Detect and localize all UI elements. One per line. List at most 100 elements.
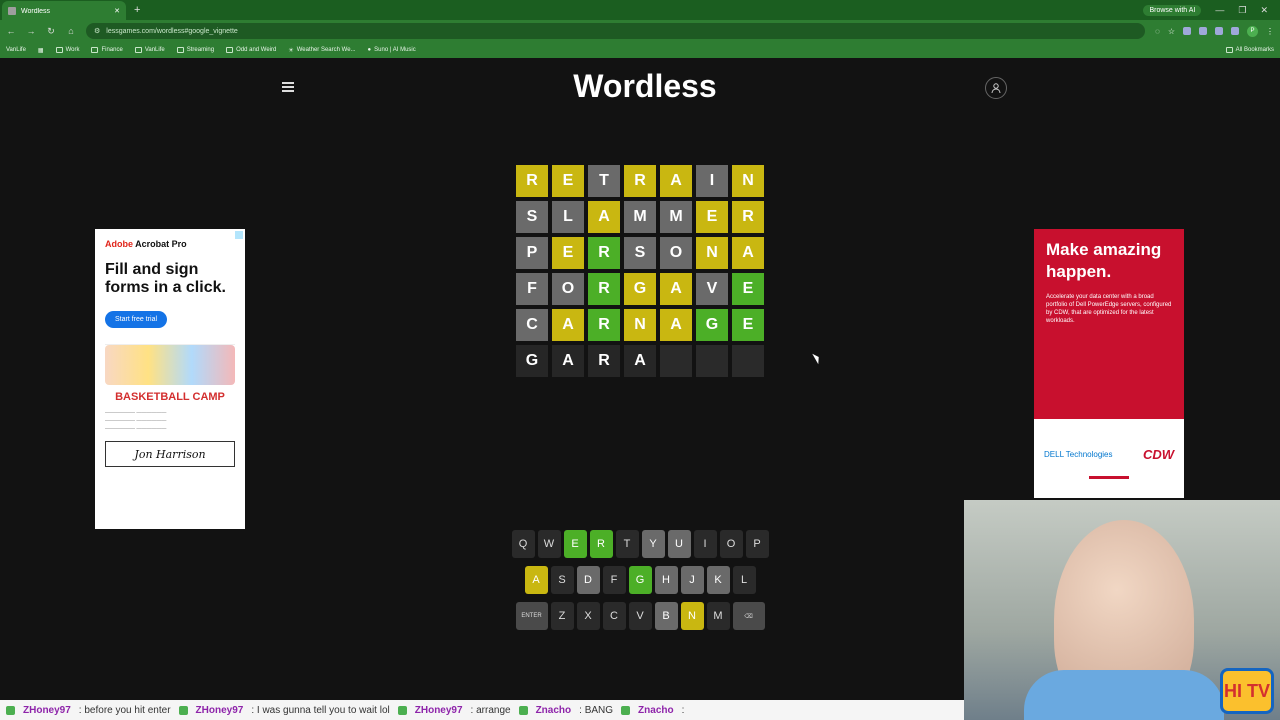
- site-info-icon[interactable]: ⚙: [94, 27, 100, 35]
- all-bookmarks[interactable]: All Bookmarks: [1225, 47, 1274, 53]
- new-tab-button[interactable]: +: [134, 4, 140, 16]
- key-r[interactable]: R: [589, 530, 613, 558]
- board-tile: P: [516, 237, 548, 269]
- more-menu-icon[interactable]: ⋮: [1266, 27, 1274, 36]
- key-a[interactable]: A: [524, 566, 548, 594]
- tab-title: Wordless: [21, 7, 51, 15]
- window-close-icon[interactable]: ✕: [1260, 5, 1268, 16]
- board-tile: I: [696, 165, 728, 197]
- key-j[interactable]: J: [680, 566, 704, 594]
- key-d[interactable]: D: [576, 566, 600, 594]
- extension-icon[interactable]: [1183, 27, 1191, 35]
- key-h[interactable]: H: [654, 566, 678, 594]
- board-tile: E: [552, 165, 584, 197]
- board-tile: R: [588, 309, 620, 341]
- key-k[interactable]: K: [706, 566, 730, 594]
- board-tile: E: [732, 309, 764, 341]
- key-q[interactable]: Q: [511, 530, 535, 558]
- bookmark-item[interactable]: ☀ Weather Search We...: [288, 47, 355, 54]
- address-bar[interactable]: ⚙ lessgames.com/wordless#google_vignette: [86, 23, 1146, 39]
- enter-key[interactable]: ENTER: [515, 602, 548, 630]
- key-x[interactable]: X: [576, 602, 600, 630]
- ad-body: Accelerate your data center with a broad…: [1046, 294, 1172, 324]
- bookmark-apps-icon[interactable]: ▦: [38, 47, 44, 54]
- extension-icon[interactable]: [1199, 27, 1207, 35]
- key-s[interactable]: S: [550, 566, 574, 594]
- chat-username: ZHoney97: [414, 704, 463, 716]
- chat-emote-icon: [6, 705, 15, 715]
- webcam-overlay: HI TV: [964, 500, 1280, 720]
- forward-icon[interactable]: →: [26, 26, 36, 36]
- bookmark-star-icon[interactable]: ☆: [1168, 27, 1175, 36]
- bookmark-folder[interactable]: Finance: [91, 47, 123, 53]
- board-tile: O: [552, 273, 584, 305]
- bookmark-folder[interactable]: VanLife: [134, 47, 165, 53]
- key-o[interactable]: O: [719, 530, 743, 558]
- chat-emote-icon: [518, 705, 528, 715]
- key-w[interactable]: W: [537, 530, 561, 558]
- board-tile: A: [552, 345, 584, 377]
- back-icon[interactable]: ←: [6, 26, 16, 36]
- key-f[interactable]: F: [602, 566, 626, 594]
- board-tile: M: [660, 201, 692, 233]
- minimize-icon[interactable]: —: [1215, 5, 1224, 15]
- bookmark-folder[interactable]: Odd and Weird: [226, 47, 276, 53]
- board-tile: A: [660, 273, 692, 305]
- chat-message: : BANG: [579, 704, 614, 716]
- browse-with-ai-button[interactable]: Browse with AI: [1143, 4, 1202, 16]
- key-z[interactable]: Z: [550, 602, 574, 630]
- board-tile: N: [732, 165, 764, 197]
- ad-banner-dell[interactable]: Make amazing happen. Accelerate your dat…: [1034, 229, 1184, 498]
- dell-logo: DELL Technologies: [1044, 450, 1113, 459]
- browser-tab[interactable]: Wordless ✕: [2, 1, 126, 21]
- tab-close-icon[interactable]: ✕: [114, 7, 120, 15]
- backspace-key-icon[interactable]: ⌫: [732, 602, 765, 630]
- ad-cta-button[interactable]: Start free trial: [105, 311, 168, 328]
- board-tile: [660, 345, 692, 377]
- profile-avatar[interactable]: P: [1247, 25, 1258, 37]
- key-i[interactable]: I: [693, 530, 717, 558]
- bookmark-item[interactable]: VanLife: [6, 47, 26, 53]
- key-n[interactable]: N: [680, 602, 704, 630]
- app-title: Wordless: [573, 68, 717, 104]
- signature-illustration: Jon Harrison: [105, 441, 235, 467]
- key-p[interactable]: P: [745, 530, 769, 558]
- ad-banner-adobe[interactable]: Adobe Acrobat Pro Fill and sign forms in…: [95, 229, 245, 529]
- board-tile: A: [660, 165, 692, 197]
- account-icon[interactable]: [985, 77, 1007, 99]
- key-b[interactable]: B: [654, 602, 678, 630]
- folder-icon: [91, 47, 99, 53]
- key-v[interactable]: V: [628, 602, 652, 630]
- home-icon[interactable]: ⌂: [66, 26, 76, 36]
- extensions-puzzle-icon[interactable]: [1231, 27, 1239, 35]
- key-e[interactable]: E: [563, 530, 587, 558]
- adchoices-icon[interactable]: [235, 231, 243, 239]
- key-c[interactable]: C: [602, 602, 626, 630]
- ad-form-illustration: —————— —————— —————— —————— —————— ——————: [105, 410, 167, 432]
- bookmark-folder[interactable]: Streaming: [176, 47, 214, 53]
- reload-icon[interactable]: ↻: [46, 26, 56, 37]
- board-tile: A: [588, 201, 620, 233]
- board-tile: R: [588, 273, 620, 305]
- key-g[interactable]: G: [628, 566, 652, 594]
- channel-logo: HI TV: [1220, 668, 1274, 714]
- chat-message: :: [681, 704, 685, 716]
- board-tile: M: [624, 201, 656, 233]
- bookmark-folder[interactable]: Work: [55, 47, 79, 53]
- bookmark-item[interactable]: ● Suno | AI Music: [368, 47, 416, 53]
- restore-icon[interactable]: ❐: [1238, 5, 1246, 16]
- chat-ticker: ZHoney97: before you hit enter ZHoney97: …: [0, 700, 964, 720]
- eye-off-icon[interactable]: ◌: [1155, 27, 1160, 36]
- key-m[interactable]: M: [706, 602, 730, 630]
- board-tile: G: [696, 309, 728, 341]
- key-u[interactable]: U: [667, 530, 691, 558]
- key-l[interactable]: L: [732, 566, 756, 594]
- board-tile: G: [624, 273, 656, 305]
- chat-message: : before you hit enter: [78, 704, 171, 716]
- key-y[interactable]: Y: [641, 530, 665, 558]
- ad-accent-bar: [1089, 476, 1129, 479]
- hamburger-menu-icon[interactable]: [282, 82, 294, 92]
- extension-icon[interactable]: [1215, 27, 1223, 35]
- ad-brand: Adobe Acrobat Pro: [105, 239, 187, 249]
- key-t[interactable]: T: [615, 530, 639, 558]
